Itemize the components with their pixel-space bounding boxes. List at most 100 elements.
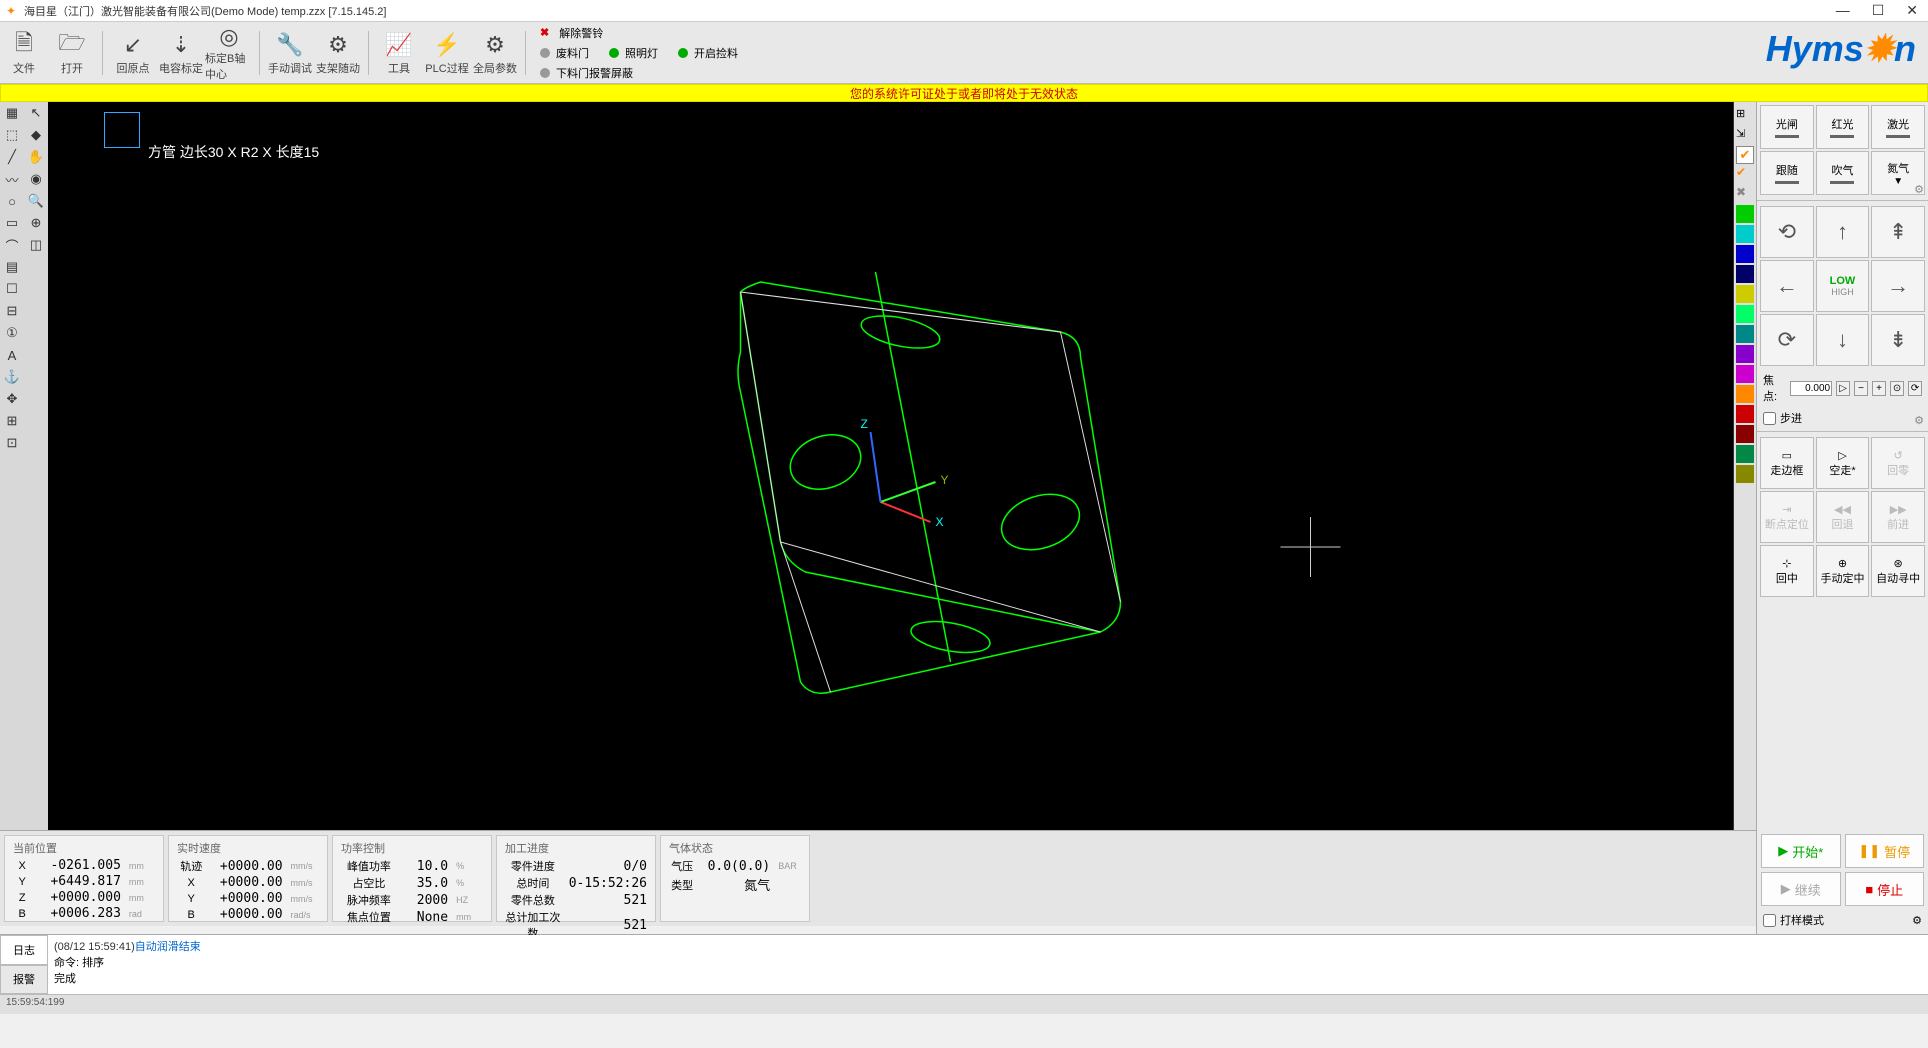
rotate-ccw-button[interactable]: ⟲ [1760, 206, 1814, 258]
tool-layer[interactable]: ▤ [0, 256, 24, 278]
gear-icon[interactable]: ⚙ [1914, 183, 1924, 196]
tool-view[interactable]: ◫ [24, 234, 48, 256]
tool-grid[interactable]: ▦ [0, 102, 24, 124]
layer-yellow[interactable] [1736, 285, 1754, 303]
alarm-tab[interactable]: 报警 [0, 965, 48, 995]
tool-select[interactable]: ⬚ [0, 124, 24, 146]
tool-circle[interactable]: ○ [0, 190, 24, 212]
focus-go[interactable]: ▷ [1836, 381, 1850, 396]
step-check[interactable] [1763, 412, 1776, 425]
start-button[interactable]: ▶开始* [1761, 834, 1841, 868]
layer-lime[interactable] [1736, 305, 1754, 323]
forward-button[interactable]: ▶▶前进 [1871, 491, 1925, 543]
focus-minus[interactable]: − [1854, 381, 1868, 396]
layer-green[interactable] [1736, 205, 1754, 223]
redlight-button[interactable]: 红光 [1816, 105, 1870, 149]
plc-button[interactable]: ⚡PLC过程 [423, 24, 471, 82]
focus-reset[interactable]: ⊙ [1890, 381, 1904, 396]
tool-zoomfit[interactable]: ⊕ [24, 212, 48, 234]
pause-button[interactable]: ❚❚暂停 [1845, 834, 1925, 868]
tool-arc[interactable]: ⌒ [0, 234, 24, 256]
manual-button[interactable]: 🔧手动调试 [266, 24, 314, 82]
focus-input[interactable] [1790, 381, 1832, 396]
speed-toggle[interactable]: LOWHIGH [1816, 260, 1870, 312]
cap-cal-button[interactable]: ⇣电容标定 [157, 24, 205, 82]
gear-icon[interactable]: ⚙ [1914, 414, 1924, 427]
down-button[interactable]: ↓ [1816, 314, 1870, 366]
tool-node[interactable]: ◆ [24, 124, 48, 146]
right-button[interactable]: → [1871, 260, 1925, 312]
z-up-button[interactable]: ⇞ [1871, 206, 1925, 258]
tool-move[interactable]: ✥ [0, 388, 24, 410]
manual-center-button[interactable]: ⊕手动定中 [1816, 545, 1870, 597]
waste-door-opt[interactable]: 废料门 [556, 45, 589, 61]
close-button[interactable]: ✕ [1902, 2, 1922, 19]
light-opt[interactable]: 照明灯 [625, 45, 658, 61]
layer-orange[interactable] [1736, 385, 1754, 403]
minimize-button[interactable]: — [1832, 2, 1854, 19]
origin-button[interactable]: ↙回原点 [109, 24, 157, 82]
support-button[interactable]: ⚙支架随动 [314, 24, 362, 82]
layer-dkred[interactable] [1736, 425, 1754, 443]
global-button[interactable]: ⚙全局参数 [471, 24, 519, 82]
zero-button[interactable]: ↺回零 [1871, 437, 1925, 489]
strip-toggle[interactable]: ⊞ [1736, 107, 1754, 125]
tool-text[interactable]: A [0, 344, 24, 366]
layer-x[interactable]: ✖ [1736, 185, 1754, 203]
tool-pan[interactable]: ✋ [24, 146, 48, 168]
stop-button[interactable]: ■停止 [1845, 872, 1925, 906]
blow-button[interactable]: 吹气 [1816, 151, 1870, 195]
gear-icon[interactable]: ⚙ [1912, 914, 1922, 927]
tool-number[interactable]: ① [0, 322, 24, 344]
layer-dkgreen[interactable] [1736, 445, 1754, 463]
tool-snap[interactable]: ⊡ [0, 432, 24, 454]
tool-eye[interactable]: ◉ [24, 168, 48, 190]
tool-dash[interactable]: ⊟ [0, 300, 24, 322]
auto-center-button[interactable]: ⊛自动寻中 [1871, 545, 1925, 597]
tool-zoom[interactable]: 🔍 [24, 190, 48, 212]
layer-olive[interactable] [1736, 465, 1754, 483]
b-center-button[interactable]: ◎标定B轴中心 [205, 24, 253, 82]
z-down-button[interactable]: ⇟ [1871, 314, 1925, 366]
rotate-cw-button[interactable]: ⟳ [1760, 314, 1814, 366]
layer-red[interactable] [1736, 405, 1754, 423]
left-button[interactable]: ← [1760, 260, 1814, 312]
layer-check[interactable]: ✔ [1736, 146, 1754, 164]
layer-cyan[interactable] [1736, 225, 1754, 243]
up-button[interactable]: ↑ [1816, 206, 1870, 258]
layer-navy[interactable] [1736, 265, 1754, 283]
open-button[interactable]: 🗁打开 [48, 24, 96, 82]
dryrun-button[interactable]: ▷空走* [1816, 437, 1870, 489]
tool-anchor[interactable]: ⚓ [0, 366, 24, 388]
center-button[interactable]: ⊹回中 [1760, 545, 1814, 597]
shutter-button[interactable]: 光闸 [1760, 105, 1814, 149]
laser-button[interactable]: 激光 [1871, 105, 1925, 149]
maximize-button[interactable]: ☐ [1868, 2, 1889, 19]
unload-shield-opt[interactable]: 下料门报警屏蔽 [556, 65, 633, 81]
strip-expand[interactable]: ⇲ [1736, 127, 1754, 145]
sample-check[interactable] [1763, 914, 1776, 927]
layer-teal[interactable] [1736, 325, 1754, 343]
layer-bg[interactable]: ✔ [1736, 165, 1754, 183]
thumbnail[interactable] [104, 112, 140, 148]
autofeed-opt[interactable]: 开启捡料 [694, 45, 738, 61]
frame-button[interactable]: ▭走边框 [1760, 437, 1814, 489]
tool-align[interactable]: ⊞ [0, 410, 24, 432]
continue-button[interactable]: ▶继续 [1761, 872, 1841, 906]
layer-blue[interactable] [1736, 245, 1754, 263]
tool-box[interactable]: ☐ [0, 278, 24, 300]
log-tab[interactable]: 日志 [0, 935, 48, 965]
tool-curve[interactable]: 〰 [0, 168, 24, 190]
focus-plus[interactable]: + [1872, 381, 1886, 396]
file-button[interactable]: 🗎文件 [0, 24, 48, 82]
tool-rect[interactable]: ▭ [0, 212, 24, 234]
focus-sync[interactable]: ⟳ [1908, 381, 1922, 396]
follow-button[interactable]: 跟随 [1760, 151, 1814, 195]
clear-alarm-label[interactable]: 解除警铃 [559, 25, 603, 41]
tool-pointer[interactable]: ↖ [24, 102, 48, 124]
breakpoint-button[interactable]: ⇥断点定位 [1760, 491, 1814, 543]
layer-purple[interactable] [1736, 345, 1754, 363]
viewport[interactable]: 方管 边长30 X R2 X 长度15 X Y Z [48, 102, 1734, 830]
back-button[interactable]: ◀◀回退 [1816, 491, 1870, 543]
tool-line[interactable]: ╱ [0, 146, 24, 168]
